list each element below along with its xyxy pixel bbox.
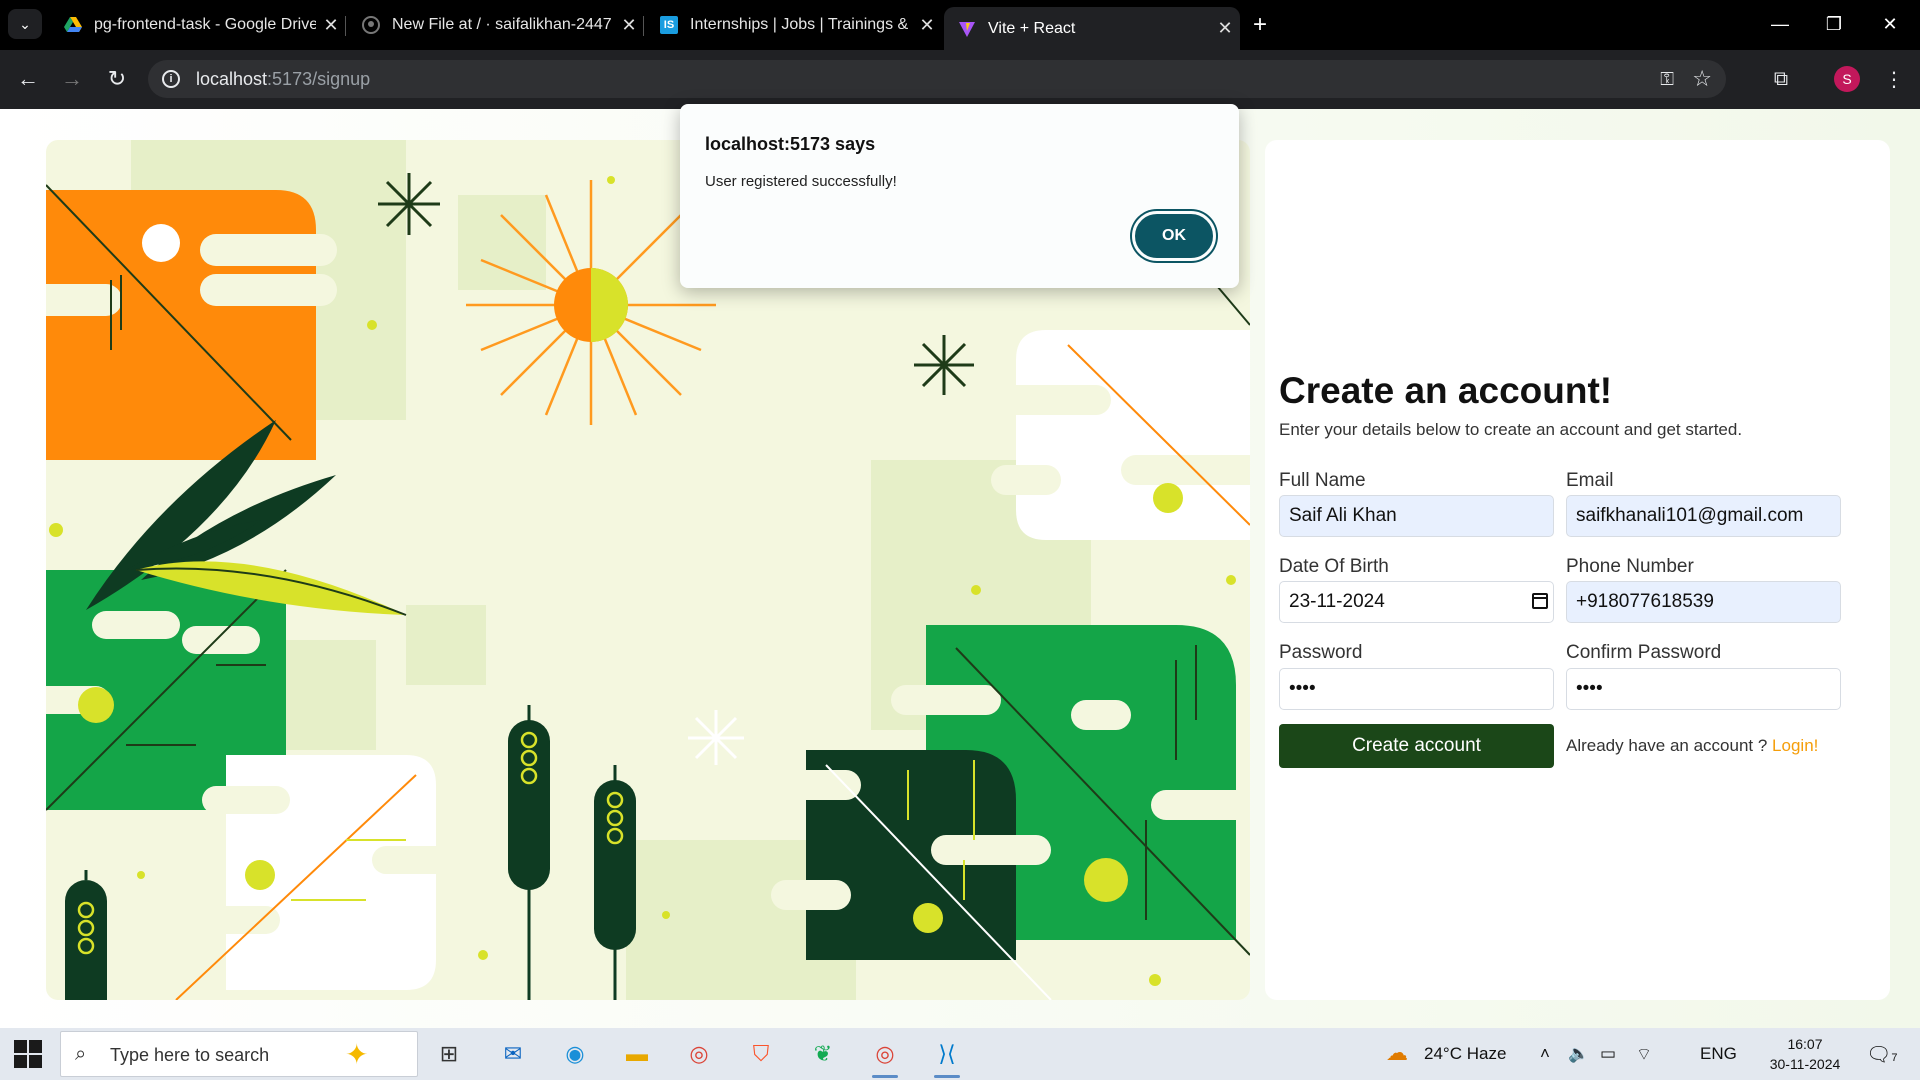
search-icon: ⌕ [75, 1043, 87, 1065]
full-name-label: Full Name [1279, 470, 1366, 491]
phone-input[interactable] [1566, 581, 1841, 623]
google-drive-icon [64, 16, 82, 34]
speaker-icon[interactable]: 🔈 [1568, 1044, 1589, 1064]
phone-label: Phone Number [1566, 556, 1694, 577]
tab-title: Internships | Jobs | Trainings & Fresher… [690, 16, 912, 33]
tab-title: New File at / · saifalikhan-2447 [392, 16, 612, 33]
bookmark-star-icon[interactable]: ☆ [1692, 66, 1712, 92]
weather-text[interactable]: 24°C Haze [1424, 1044, 1506, 1064]
clock-time: 16:07 [1787, 1036, 1823, 1052]
full-name-input[interactable] [1279, 495, 1554, 537]
login-link[interactable]: Login! [1772, 736, 1818, 755]
confirm-password-input[interactable] [1566, 668, 1841, 710]
taskbar-search[interactable]: ⌕ Type here to search ✦ [60, 1031, 418, 1077]
edge-icon[interactable]: ◉ [552, 1034, 598, 1074]
new-tab-button[interactable]: + [1245, 10, 1275, 40]
tab-title: Vite + React [988, 19, 1076, 37]
battery-icon[interactable]: ▭ [1600, 1044, 1616, 1064]
password-label: Password [1279, 642, 1363, 663]
email-label: Email [1566, 470, 1614, 491]
dialog-title: localhost:5173 says [705, 134, 876, 154]
back-icon[interactable]: ← [12, 63, 44, 95]
tab-search-button[interactable]: ⌄ [8, 9, 42, 39]
close-tab-icon[interactable]: ✕ [912, 15, 942, 36]
tab-divider [643, 16, 644, 36]
tab-google-drive[interactable]: pg-frontend-task - Google Drive ✕ [50, 7, 346, 43]
close-tab-icon[interactable]: ✕ [1210, 18, 1240, 39]
browser-tab-strip: ⌄ pg-frontend-task - Google Drive ✕ New … [0, 0, 1920, 50]
password-key-icon[interactable]: ⚿ [1660, 69, 1674, 90]
taskbar-clock[interactable]: 16:07 30-11-2024 [1768, 1034, 1842, 1074]
brave-icon[interactable]: ⛉ [738, 1034, 784, 1074]
tab-vite-react[interactable]: Vite + React ✕ [944, 7, 1240, 50]
weather-icon: ☁ [1386, 1040, 1408, 1065]
wifi-icon[interactable]: ⌔ [1636, 1044, 1652, 1065]
notification-count: 7 [1891, 1052, 1898, 1064]
ok-button[interactable]: OK [1132, 211, 1216, 261]
tray-overflow-icon[interactable]: ˄ [1540, 1044, 1550, 1064]
chrome-profile-icon[interactable]: ◎ [862, 1034, 908, 1078]
internshala-icon: IS [660, 16, 678, 34]
tab-title: pg-frontend-task - Google Drive [94, 16, 316, 33]
login-prompt-text: Already have an account ? [1566, 736, 1768, 755]
url-text: localhost:5173/signup [196, 69, 371, 89]
password-input[interactable] [1279, 668, 1554, 710]
outlook-icon[interactable]: ✉ [490, 1034, 536, 1074]
dialog-message: User registered successfully! [705, 173, 897, 190]
form-title: Create an account! [1279, 370, 1613, 411]
minimize-icon[interactable]: — [1760, 8, 1800, 40]
form-subtitle: Enter your details below to create an ac… [1279, 420, 1743, 439]
restore-icon[interactable]: ❐ [1814, 8, 1854, 40]
reload-icon[interactable]: ↻ [101, 63, 133, 95]
vite-icon [958, 20, 976, 38]
vscode-icon[interactable]: ⟩⟨ [924, 1034, 970, 1078]
browser-toolbar: ← → ↻ i localhost:5173/signup ⚿ ☆ ⧉ ⋮ [0, 50, 1920, 109]
language-indicator[interactable]: ENG [1700, 1044, 1737, 1064]
confirm-password-label: Confirm Password [1566, 642, 1722, 663]
site-info-icon[interactable]: i [162, 70, 180, 88]
extensions-puzzle-icon[interactable]: ⧉ [1765, 63, 1797, 95]
tab-internshala[interactable]: IS Internships | Jobs | Trainings & Fres… [646, 7, 942, 43]
address-bar[interactable]: i localhost:5173/signup ⚿ ☆ [148, 60, 1726, 98]
notification-icon[interactable]: 🗨7 [1866, 1042, 1898, 1067]
tab-divider [345, 16, 346, 36]
calendar-icon[interactable] [1532, 593, 1548, 609]
windows-taskbar: ⌕ Type here to search ✦ ⊞ ✉ ◉ ▬ ◎ ⛉ ❦ ◎ … [0, 1028, 1920, 1080]
close-window-icon[interactable]: ✕ [1870, 8, 1910, 40]
github-icon [362, 16, 380, 34]
task-view-icon[interactable]: ⊞ [426, 1034, 472, 1074]
create-account-button[interactable]: Create account [1279, 724, 1554, 768]
tab-github[interactable]: New File at / · saifalikhan-2447 ✕ [348, 7, 644, 43]
forward-icon[interactable]: → [56, 63, 88, 95]
email-input[interactable] [1566, 495, 1841, 537]
windows-start-icon[interactable] [14, 1040, 42, 1068]
file-explorer-icon[interactable]: ▬ [614, 1034, 660, 1074]
login-prompt: Already have an account ? Login! [1566, 736, 1818, 756]
dob-input[interactable] [1279, 581, 1554, 623]
close-tab-icon[interactable]: ✕ [316, 15, 346, 36]
copilot-sparkle-icon: ✦ [345, 1039, 369, 1070]
chrome-icon[interactable]: ◎ [676, 1034, 722, 1074]
profile-avatar[interactable]: S [1834, 66, 1860, 92]
clock-date: 30-11-2024 [1769, 1056, 1841, 1072]
mongodb-compass-icon[interactable]: ❦ [800, 1034, 846, 1074]
dob-label: Date Of Birth [1279, 556, 1389, 577]
search-placeholder: Type here to search [110, 1045, 270, 1065]
close-tab-icon[interactable]: ✕ [614, 15, 644, 36]
alert-dialog: localhost:5173 says User registered succ… [680, 104, 1239, 288]
menu-kebab-icon[interactable]: ⋮ [1878, 63, 1910, 95]
